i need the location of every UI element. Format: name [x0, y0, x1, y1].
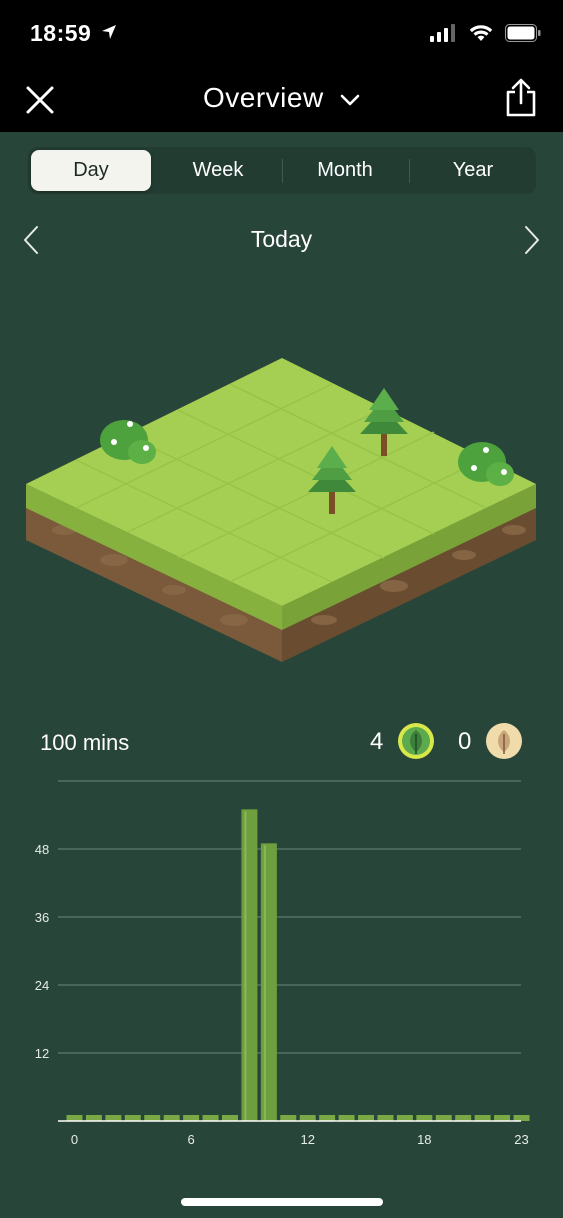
bar [494, 1115, 511, 1121]
bar [280, 1115, 297, 1121]
page-title: Overview [203, 82, 324, 113]
chevron-down-icon [340, 94, 360, 105]
bar [202, 1115, 219, 1121]
bar [163, 1115, 180, 1121]
focus-time-bar-chart: 12 24 36 48 0 6 12 18 23 [35, 780, 530, 1147]
bar-highlight [263, 845, 266, 1121]
bar [416, 1115, 433, 1121]
bar [260, 843, 277, 1121]
cellular-signal-icon [430, 24, 456, 42]
bar [221, 1115, 238, 1121]
tab-day[interactable]: Day [31, 150, 151, 191]
bar [299, 1115, 316, 1121]
bar [338, 1115, 355, 1121]
bar-highlight [244, 811, 247, 1121]
period-segmented-control: Day Week Month Year [28, 147, 536, 194]
wifi-icon [469, 25, 492, 41]
dead-tree-count: 0 [458, 728, 472, 755]
y-tick-label: 48 [35, 842, 49, 857]
bar [85, 1115, 102, 1121]
tab-year[interactable]: Year [413, 150, 533, 191]
y-tick-label: 24 [35, 978, 49, 993]
y-tick-label: 12 [35, 1046, 49, 1061]
bar [513, 1115, 530, 1121]
x-tick-label: 0 [71, 1132, 78, 1147]
bar [105, 1115, 122, 1121]
bar [66, 1115, 83, 1121]
bar [435, 1115, 452, 1121]
share-icon[interactable] [503, 78, 539, 118]
overview-dropdown[interactable]: Overview [0, 82, 563, 114]
tab-week[interactable]: Week [158, 150, 278, 191]
x-tick-label: 12 [300, 1132, 314, 1147]
status-icons [430, 24, 541, 46]
x-tick-label: 23 [514, 1132, 528, 1147]
bar [474, 1115, 491, 1121]
tab-month[interactable]: Month [285, 150, 405, 191]
bar [319, 1115, 336, 1121]
forest-island-illustration [26, 358, 536, 662]
home-indicator [181, 1198, 383, 1206]
nav-bar: Overview [0, 68, 563, 132]
bar [183, 1115, 200, 1121]
date-navigator: Today [0, 222, 563, 258]
location-arrow-icon [102, 25, 117, 39]
divider [282, 159, 283, 183]
bar [124, 1115, 141, 1121]
x-tick-label: 6 [187, 1132, 194, 1147]
status-time: 18:59 [30, 20, 117, 47]
chevron-right-icon[interactable] [519, 224, 543, 256]
healthy-tree-count: 4 [370, 728, 384, 755]
leaf-icon [398, 723, 434, 759]
withered-leaf-icon [486, 723, 522, 759]
bar [377, 1115, 394, 1121]
date-label: Today [250, 226, 313, 252]
divider [409, 159, 410, 183]
bar [455, 1115, 472, 1121]
battery-icon [505, 24, 541, 42]
clock-text: 18:59 [30, 20, 92, 46]
status-bar: 18:59 [0, 0, 563, 68]
total-minutes: 100 mins [40, 730, 130, 755]
x-tick-label: 18 [417, 1132, 431, 1147]
bar [241, 809, 258, 1121]
y-tick-label: 36 [35, 910, 49, 925]
bar [396, 1115, 413, 1121]
focus-summary: 100 mins 4 0 [0, 722, 563, 766]
bar [358, 1115, 375, 1121]
bar [144, 1115, 161, 1121]
